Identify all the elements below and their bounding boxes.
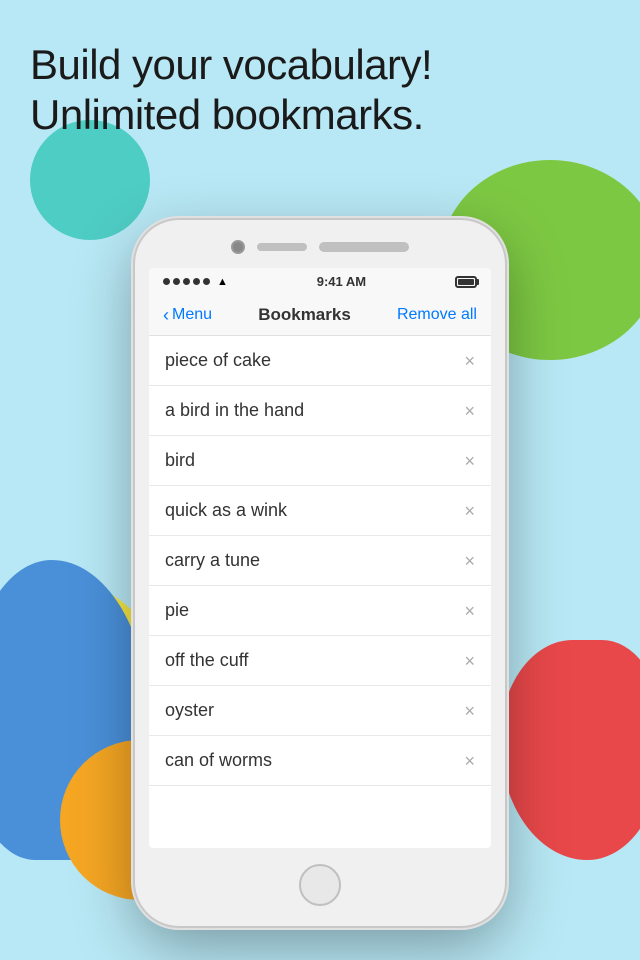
nav-title: Bookmarks xyxy=(258,305,351,325)
bookmark-list: piece of cake×a bird in the hand×bird×qu… xyxy=(149,336,491,786)
list-item[interactable]: carry a tune × xyxy=(149,536,491,586)
bookmark-text: can of worms xyxy=(165,750,272,771)
list-item[interactable]: a bird in the hand × xyxy=(149,386,491,436)
remove-bookmark-icon[interactable]: × xyxy=(464,402,475,420)
bookmark-text: quick as a wink xyxy=(165,500,287,521)
nav-back-label: Menu xyxy=(172,306,212,324)
phone-body: ▲ 9:41 AM ‹ Menu Bookmarks Remove all xyxy=(135,220,505,926)
nav-back-button[interactable]: ‹ Menu xyxy=(163,306,212,324)
header-line1: Build your vocabulary! xyxy=(30,41,432,88)
remove-bookmark-icon[interactable]: × xyxy=(464,552,475,570)
bookmark-text: bird xyxy=(165,450,195,471)
bookmark-text: off the cuff xyxy=(165,650,248,671)
list-item[interactable]: can of worms × xyxy=(149,736,491,786)
list-item[interactable]: pie × xyxy=(149,586,491,636)
list-item[interactable]: bird × xyxy=(149,436,491,486)
header-section: Build your vocabulary! Unlimited bookmar… xyxy=(30,40,610,141)
phone-device: ▲ 9:41 AM ‹ Menu Bookmarks Remove all xyxy=(135,220,505,926)
list-item[interactable]: piece of cake × xyxy=(149,336,491,386)
remove-bookmark-icon[interactable]: × xyxy=(464,752,475,770)
phone-microphone xyxy=(319,242,409,252)
remove-all-button[interactable]: Remove all xyxy=(397,306,477,324)
remove-bookmark-icon[interactable]: × xyxy=(464,352,475,370)
phone-bottom xyxy=(149,864,491,906)
bg-blob-red xyxy=(500,640,640,860)
remove-bookmark-icon[interactable]: × xyxy=(464,702,475,720)
front-camera xyxy=(231,240,245,254)
list-item[interactable]: quick as a wink × xyxy=(149,486,491,536)
remove-bookmark-icon[interactable]: × xyxy=(464,452,475,470)
signal-dot-3 xyxy=(183,278,190,285)
bookmark-text: oyster xyxy=(165,700,214,721)
remove-bookmark-icon[interactable]: × xyxy=(464,602,475,620)
signal-dot-2 xyxy=(173,278,180,285)
earpiece-speaker xyxy=(257,243,307,251)
signal-dot-5 xyxy=(203,278,210,285)
back-arrow-icon: ‹ xyxy=(163,306,169,324)
signal-dot-4 xyxy=(193,278,200,285)
battery-fill xyxy=(458,279,474,285)
battery-body xyxy=(455,276,477,288)
home-button[interactable] xyxy=(299,864,341,906)
phone-top-hardware xyxy=(149,240,491,254)
bookmark-text: a bird in the hand xyxy=(165,400,304,421)
wifi-icon: ▲ xyxy=(217,276,228,288)
list-item[interactable]: oyster × xyxy=(149,686,491,736)
status-bar: ▲ 9:41 AM xyxy=(149,268,491,295)
battery-indicator xyxy=(455,276,477,288)
list-item[interactable]: off the cuff × xyxy=(149,636,491,686)
phone-screen: ▲ 9:41 AM ‹ Menu Bookmarks Remove all xyxy=(149,268,491,848)
status-signal: ▲ xyxy=(163,276,228,288)
status-time: 9:41 AM xyxy=(317,274,366,289)
header-line2: Unlimited bookmarks. xyxy=(30,91,424,138)
bookmark-text: carry a tune xyxy=(165,550,260,571)
remove-bookmark-icon[interactable]: × xyxy=(464,652,475,670)
bookmark-text: piece of cake xyxy=(165,350,271,371)
navigation-bar: ‹ Menu Bookmarks Remove all xyxy=(149,295,491,336)
remove-bookmark-icon[interactable]: × xyxy=(464,502,475,520)
bookmark-text: pie xyxy=(165,600,189,621)
signal-dot-1 xyxy=(163,278,170,285)
header-title: Build your vocabulary! Unlimited bookmar… xyxy=(30,40,610,141)
